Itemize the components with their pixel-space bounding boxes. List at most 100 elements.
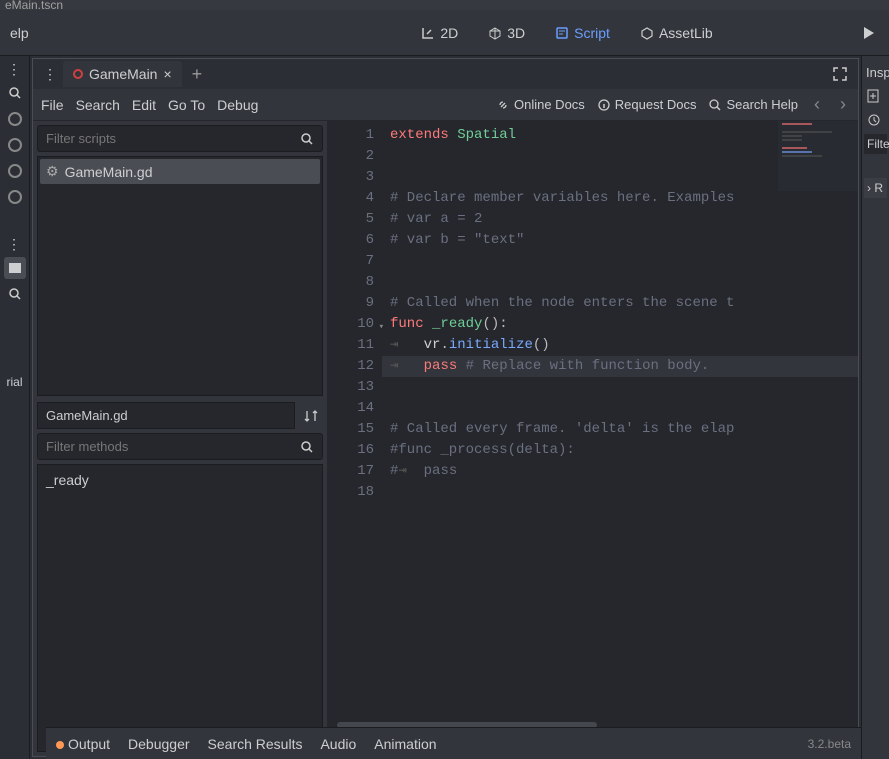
search-results-panel-button[interactable]: Search Results — [208, 736, 303, 752]
filesystem-search-icon[interactable] — [4, 283, 26, 305]
code-line[interactable] — [382, 398, 858, 419]
node-icon-1[interactable] — [4, 108, 26, 130]
mode-3d-label: 3D — [507, 25, 525, 41]
method-list-item[interactable]: _ready — [42, 469, 318, 491]
filter-methods-search-icon[interactable] — [292, 440, 322, 454]
title-bar: eMain.tscn — [0, 0, 889, 10]
tab-gamemain[interactable]: GameMain × — [63, 61, 182, 87]
goto-menu[interactable]: Go To — [168, 97, 205, 113]
play-icon[interactable] — [864, 27, 874, 39]
filter-scripts-input[interactable] — [38, 126, 292, 151]
current-script-field[interactable] — [37, 402, 295, 429]
node-icon-2[interactable] — [4, 134, 26, 156]
code-line[interactable]: # Called when the node enters the scene … — [382, 293, 858, 314]
output-label: Output — [68, 736, 110, 752]
help-menu[interactable]: elp — [10, 25, 29, 41]
online-docs-button[interactable]: Online Docs — [496, 97, 585, 112]
code-line[interactable]: #func _process(delta): — [382, 440, 858, 461]
file-menu[interactable]: File — [41, 97, 64, 113]
code-line[interactable]: # Called every frame. 'delta' is the ela… — [382, 419, 858, 440]
inspector-property-row[interactable]: › R — [864, 178, 887, 198]
inspector-property-label: R — [874, 181, 883, 195]
mode-3d-button[interactable]: 3D — [478, 20, 535, 46]
code-line[interactable] — [382, 251, 858, 272]
request-docs-button[interactable]: Request Docs — [597, 97, 697, 112]
node-icon-4[interactable] — [4, 186, 26, 208]
bottom-panel-bar: Output Debugger Search Results Audio Ani… — [46, 727, 861, 759]
code-editor[interactable]: 12345678910▾1112131415161718 extends Spa… — [327, 121, 858, 756]
mode-2d-button[interactable]: 2D — [411, 20, 468, 46]
code-line[interactable] — [382, 272, 858, 293]
mode-2d-label: 2D — [440, 25, 458, 41]
far-left-dock: ⋮ ⋮ rial — [0, 56, 30, 759]
audio-panel-button[interactable]: Audio — [320, 736, 356, 752]
tab-options-icon[interactable]: ⋮ — [38, 66, 63, 83]
code-line[interactable]: #⇥ pass — [382, 461, 858, 482]
code-line[interactable]: ⇥ pass # Replace with function body. — [382, 356, 858, 377]
tab-bar: ⋮ GameMain × + — [33, 59, 858, 89]
script-menu-bar: File Search Edit Go To Debug Online Docs… — [33, 89, 858, 121]
filter-scripts-search-icon[interactable] — [292, 132, 322, 146]
code-line[interactable]: ⇥ vr.initialize() — [382, 335, 858, 356]
dock-options-icon-2[interactable]: ⋮ — [2, 236, 27, 253]
spatial-node-label[interactable]: rial — [4, 373, 24, 391]
assetlib-icon — [640, 26, 654, 40]
distraction-free-icon[interactable] — [822, 66, 858, 82]
node-icon-3[interactable] — [4, 160, 26, 182]
script-list-panel: ⚙ GameMain.gd _ready — [33, 121, 327, 756]
script-list[interactable]: ⚙ GameMain.gd — [37, 156, 323, 396]
search-help-icon — [708, 98, 722, 112]
mode-script-button[interactable]: Script — [545, 20, 620, 46]
code-line[interactable]: # var b = "text" — [382, 230, 858, 251]
mode-assetlib-button[interactable]: AssetLib — [630, 20, 723, 46]
script-gear-icon: ⚙ — [46, 163, 59, 180]
mode-assetlib-label: AssetLib — [659, 25, 713, 41]
line-gutter: 12345678910▾1112131415161718 — [327, 121, 382, 720]
search-scene-icon[interactable] — [4, 82, 26, 104]
output-panel-button[interactable]: Output — [56, 736, 110, 752]
version-label: 3.2.beta — [808, 737, 851, 751]
add-tab-button[interactable]: + — [182, 64, 213, 85]
inspector-filter-input[interactable]: Filte — [864, 134, 887, 154]
script-editor-panel: ⋮ GameMain × + File Search Edit Go To De… — [32, 58, 859, 757]
inspector-history-icon[interactable] — [862, 108, 889, 132]
tab-label: GameMain — [89, 66, 157, 82]
script-item-label: GameMain.gd — [65, 164, 153, 180]
code-line[interactable]: # Declare member variables here. Example… — [382, 188, 858, 209]
filesystem-view-icon[interactable] — [4, 257, 26, 279]
close-tab-icon[interactable]: × — [163, 66, 171, 82]
info-icon — [597, 98, 611, 112]
animation-panel-button[interactable]: Animation — [374, 736, 436, 752]
script-list-item[interactable]: ⚙ GameMain.gd — [40, 159, 320, 184]
search-help-button[interactable]: Search Help — [708, 97, 798, 112]
method-list[interactable]: _ready — [37, 464, 323, 752]
inspector-dock: Insp Filte › R — [861, 56, 889, 759]
2d-icon — [421, 26, 435, 40]
inspector-tab[interactable]: Insp — [862, 61, 889, 84]
search-help-label: Search Help — [726, 97, 798, 112]
scene-tab-icon — [73, 69, 83, 79]
sort-methods-icon[interactable] — [299, 404, 323, 428]
code-line[interactable]: func _ready(): — [382, 314, 858, 335]
filter-methods-input[interactable] — [38, 434, 292, 459]
code-line[interactable]: # var a = 2 — [382, 209, 858, 230]
history-forward-button[interactable]: › — [836, 94, 850, 115]
code-line[interactable] — [382, 377, 858, 398]
script-icon — [555, 26, 569, 40]
dock-options-icon[interactable]: ⋮ — [2, 61, 27, 78]
code-content[interactable]: extends Spatial # Declare member variabl… — [382, 121, 858, 720]
minimap[interactable] — [778, 121, 858, 191]
history-back-button[interactable]: ‹ — [810, 94, 824, 115]
edit-menu[interactable]: Edit — [132, 97, 156, 113]
inspector-add-icon[interactable] — [862, 84, 889, 108]
code-line[interactable] — [382, 482, 858, 503]
output-indicator-icon — [56, 741, 64, 749]
link-icon — [496, 98, 510, 112]
3d-icon — [488, 26, 502, 40]
debug-menu[interactable]: Debug — [217, 97, 258, 113]
mode-script-label: Script — [574, 25, 610, 41]
search-menu[interactable]: Search — [76, 97, 120, 113]
online-docs-label: Online Docs — [514, 97, 585, 112]
request-docs-label: Request Docs — [615, 97, 697, 112]
debugger-panel-button[interactable]: Debugger — [128, 736, 190, 752]
